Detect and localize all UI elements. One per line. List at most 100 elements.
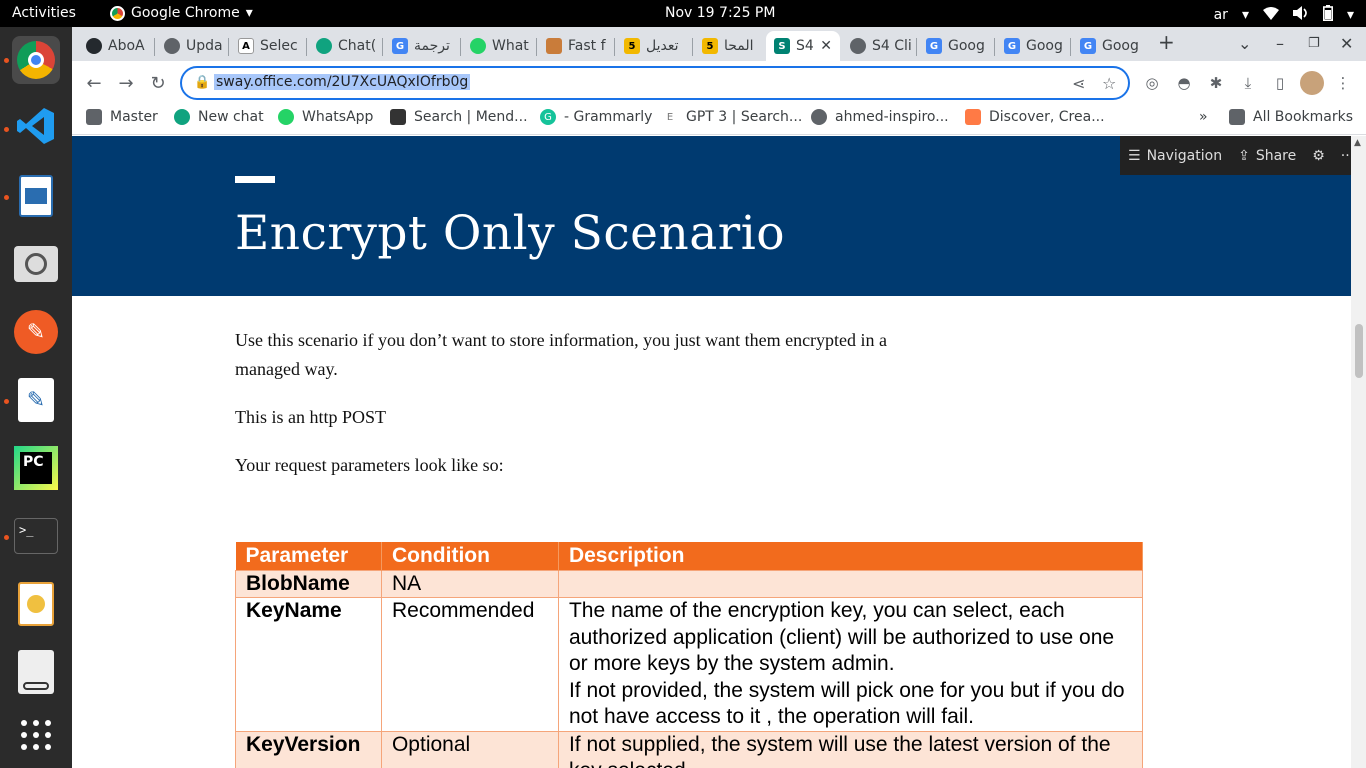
share-icon[interactable]: ⋖ xyxy=(1072,74,1085,93)
navigation-button[interactable]: ☰ Navigation xyxy=(1128,148,1222,164)
dock-image-viewer[interactable] xyxy=(12,240,60,288)
tab-title: AboA xyxy=(108,38,145,54)
caret-down-icon: ▾ xyxy=(1241,7,1249,23)
profile-avatar[interactable] xyxy=(1300,71,1324,95)
bookmark-star-icon[interactable]: ☆ xyxy=(1102,74,1116,93)
dock-impress[interactable] xyxy=(12,172,60,220)
new-tab-button[interactable]: + xyxy=(1158,30,1175,54)
forward-button[interactable]: → xyxy=(113,70,139,96)
download-icon[interactable]: ⤓ xyxy=(1237,72,1259,94)
show-apps-button[interactable] xyxy=(12,713,60,761)
dock-draw[interactable] xyxy=(12,580,60,628)
url-text[interactable]: sway.office.com/2U7XcUAQxIOfrb0g xyxy=(214,74,471,90)
more-options-button[interactable]: ··· xyxy=(1341,148,1351,164)
bookmark-item[interactable]: Master xyxy=(86,109,158,125)
settings-button[interactable]: ⚙ xyxy=(1312,148,1325,164)
all-bookmarks-button[interactable]: All Bookmarks xyxy=(1229,109,1353,125)
tab-7[interactable]: Fast f xyxy=(538,31,612,61)
draw-icon xyxy=(18,582,54,626)
tab-title: Chat( xyxy=(338,38,377,54)
dock-chrome[interactable] xyxy=(12,36,60,84)
param-condition: Recommended xyxy=(380,597,559,732)
maximize-button[interactable]: ❐ xyxy=(1308,36,1320,51)
tab-11[interactable]: S4 Cli xyxy=(842,31,914,61)
table-header-row: Parameter Condition Description xyxy=(235,542,1144,570)
close-window-button[interactable]: ✕ xyxy=(1340,34,1353,53)
bookmarks-overflow-button[interactable]: » xyxy=(1199,109,1208,125)
bookmark-item[interactable]: Discover, Crea... xyxy=(965,109,1105,125)
bookmarks-bar: Master New chat WhatsApp Search | Mend..… xyxy=(72,103,1366,135)
lock-icon[interactable]: 🔒 xyxy=(194,75,210,90)
tab-4[interactable]: Chat( xyxy=(308,31,380,61)
text-editor-icon: ✎ xyxy=(18,378,54,422)
browser-window: AboA Upda A Selec Chat( G ترجمة What Fas… xyxy=(72,27,1366,768)
dock-pycharm[interactable]: PC xyxy=(12,444,60,492)
tab-search-icon[interactable]: ⌄ xyxy=(1238,34,1251,53)
back-button[interactable]: ← xyxy=(81,70,107,96)
tab-14[interactable]: G Goog xyxy=(1072,31,1146,61)
extension-icon[interactable]: ◓ xyxy=(1173,72,1195,94)
minimize-button[interactable]: – xyxy=(1276,34,1284,53)
close-tab-icon[interactable]: ✕ xyxy=(820,38,832,54)
tab-5[interactable]: G ترجمة xyxy=(384,31,458,61)
tab-10[interactable]: S S4 ✕ xyxy=(766,31,840,61)
activities-button[interactable]: Activities xyxy=(12,5,76,21)
tab-13[interactable]: G Goog xyxy=(996,31,1068,61)
extension-icon[interactable]: ◎ xyxy=(1141,72,1163,94)
table-row: BlobName NA xyxy=(235,569,1144,598)
tab-title: Fast f xyxy=(568,38,606,54)
bookmark-item[interactable]: New chat xyxy=(174,109,264,125)
scrollbar-thumb[interactable] xyxy=(1355,324,1363,378)
side-panel-icon[interactable]: ▯ xyxy=(1269,72,1291,94)
tab-12[interactable]: G Goog xyxy=(918,31,992,61)
terminal-icon: >_ xyxy=(14,518,58,554)
tab-8[interactable]: 5 تعديل xyxy=(616,31,690,61)
bookmark-item[interactable]: G - Grammarly xyxy=(540,109,652,125)
tab-title: Selec xyxy=(260,38,298,54)
tab-strip: AboA Upda A Selec Chat( G ترجمة What Fas… xyxy=(72,27,1366,61)
accent-bar xyxy=(235,176,275,183)
system-top-bar: Activities Google Chrome ▾ Nov 19 7:25 P… xyxy=(0,0,1366,27)
vscode-icon xyxy=(16,106,56,150)
bookmark-item[interactable]: WhatsApp xyxy=(278,109,373,125)
tab-3[interactable]: A Selec xyxy=(230,31,304,61)
dock-terminal[interactable]: >_ xyxy=(12,512,60,560)
tab-title: Goog xyxy=(948,38,985,54)
clock[interactable]: Nov 19 7:25 PM xyxy=(665,5,775,21)
pycharm-icon: PC xyxy=(14,446,58,490)
folder-icon xyxy=(86,109,102,125)
openai-icon xyxy=(174,109,190,125)
dock-text-editor[interactable]: ✎ xyxy=(12,376,60,424)
share-button[interactable]: ⇪ Share xyxy=(1238,148,1296,164)
page-scrollbar[interactable]: ▲ xyxy=(1351,136,1366,768)
postman-icon: ✎ xyxy=(14,310,58,354)
layers-icon xyxy=(965,109,981,125)
address-bar[interactable]: 🔒 sway.office.com/2U7XcUAQxIOfrb0g ⋖ ☆ xyxy=(180,66,1130,100)
bookmark-item[interactable]: ahmed-inspiro... xyxy=(811,109,949,125)
five-icon: 5 xyxy=(702,38,718,54)
bookmark-item[interactable]: E GPT 3 | Search... xyxy=(662,109,802,125)
bookmark-item[interactable]: Search | Mend... xyxy=(390,109,528,125)
chrome-menu-icon[interactable]: ⋮ xyxy=(1332,72,1354,94)
dock-vscode[interactable] xyxy=(12,104,60,152)
scroll-up-icon[interactable]: ▲ xyxy=(1354,138,1361,148)
magnifier-icon xyxy=(14,246,58,282)
tab-6[interactable]: What xyxy=(462,31,534,61)
tab-9[interactable]: 5 المحا xyxy=(694,31,764,61)
input-language[interactable]: ar xyxy=(1214,7,1228,23)
openai-icon xyxy=(316,38,332,54)
dock-document-viewer[interactable] xyxy=(12,648,60,696)
page-content: Encrypt Only Scenario ☰ Navigation ⇪ Sha… xyxy=(72,136,1351,768)
reload-button[interactable]: ↻ xyxy=(145,70,171,96)
tab-title: S4 xyxy=(796,38,814,54)
tab-2[interactable]: Upda xyxy=(156,31,226,61)
system-tray[interactable]: ar ▾ ▾ xyxy=(1214,5,1354,25)
extensions-puzzle-icon[interactable]: ✱ xyxy=(1205,72,1227,94)
translate-icon: G xyxy=(392,38,408,54)
share-icon: ⇪ xyxy=(1238,147,1250,164)
whatsapp-icon xyxy=(278,109,294,125)
dock-postman[interactable]: ✎ xyxy=(12,308,60,356)
app-menu[interactable]: Google Chrome ▾ xyxy=(110,5,253,21)
tab-1[interactable]: AboA xyxy=(78,31,150,61)
dock: ✎ ✎ PC >_ xyxy=(0,27,72,768)
